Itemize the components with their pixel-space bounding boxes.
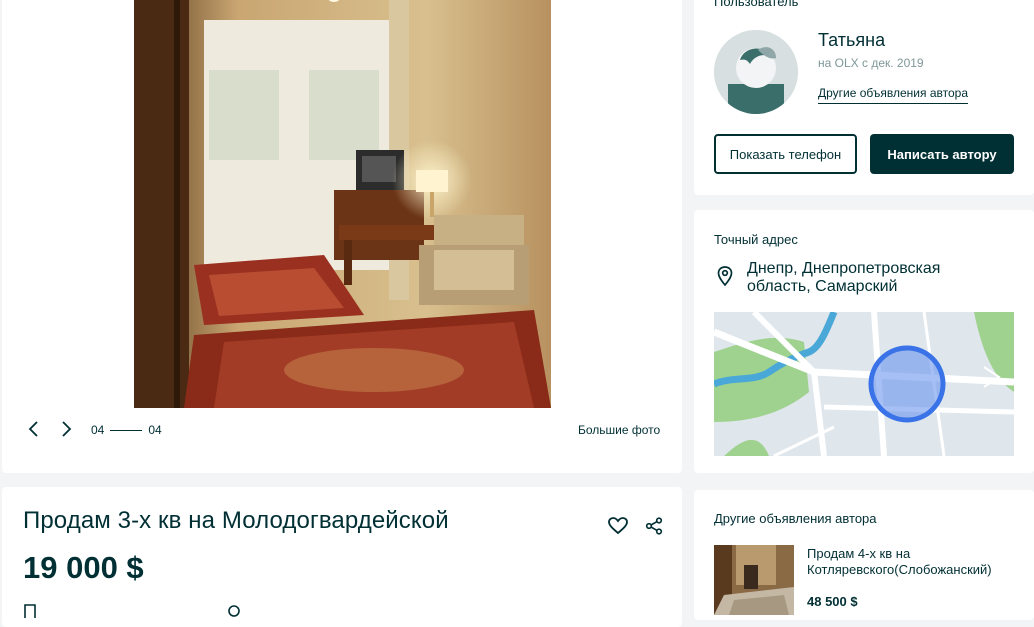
ad-actions [606, 514, 666, 538]
listing-type-icon [23, 604, 37, 623]
big-photo-link[interactable]: Большие фото [578, 423, 660, 437]
other-ad-thumbnail[interactable] [714, 545, 794, 615]
ad-price: 19 000 $ [23, 550, 144, 585]
ad-details-card: Продам 3-х кв на Молодогвардейской 19 00… [2, 487, 682, 627]
counter-divider [110, 429, 143, 431]
address-section-label: Точный адрес [714, 232, 798, 247]
message-seller-button[interactable]: Написать автору [870, 134, 1014, 174]
location-pin-icon [717, 266, 733, 291]
chevron-right-icon[interactable] [54, 417, 78, 441]
avatar[interactable] [714, 30, 798, 114]
photo-counter-total: 04 [148, 423, 162, 437]
seller-name: Татьяна [818, 30, 886, 50]
gallery-prev-button[interactable] [22, 417, 46, 441]
photo-counter-current: 04 [91, 423, 105, 437]
heart-icon[interactable] [606, 514, 630, 538]
photo-gallery: 04 04 Большие фото [2, 0, 682, 473]
address-card: Точный адрес Днепр, Днепропетровская обл… [694, 210, 1034, 473]
address-map[interactable] [714, 312, 1014, 456]
other-ads-section-label: Другие объявления автора [714, 511, 877, 526]
seller-section-label: Пользователь [714, 0, 799, 9]
ad-title: Продам 3-х кв на Молодогвардейской [23, 507, 449, 534]
other-ad-price: 48 500 $ [807, 594, 858, 609]
location-icon [227, 604, 241, 623]
photo-counter: 04 04 [91, 423, 162, 437]
gallery-next-button[interactable] [54, 417, 78, 441]
share-icon[interactable] [642, 514, 666, 538]
listing-photo[interactable] [134, 0, 551, 408]
other-ad-title[interactable]: Продам 4-х кв на Котляревского(Слобожанс… [807, 546, 1017, 578]
chevron-left-icon[interactable] [22, 417, 46, 441]
show-phone-button[interactable]: Показать телефон [714, 134, 857, 174]
seller-member-since: на OLX с дек. 2019 [818, 56, 924, 70]
seller-card: Пользователь Татьяна на OLX с дек. 2019 … [694, 0, 1034, 195]
seller-other-ads-link[interactable]: Другие объявления автора [818, 86, 969, 104]
ad-meta-icons [23, 604, 241, 623]
other-ads-card: Другие объявления автора Продам 4-х кв н… [694, 490, 1034, 620]
address-text: Днепр, Днепропетровская область, Самарск… [747, 260, 941, 295]
